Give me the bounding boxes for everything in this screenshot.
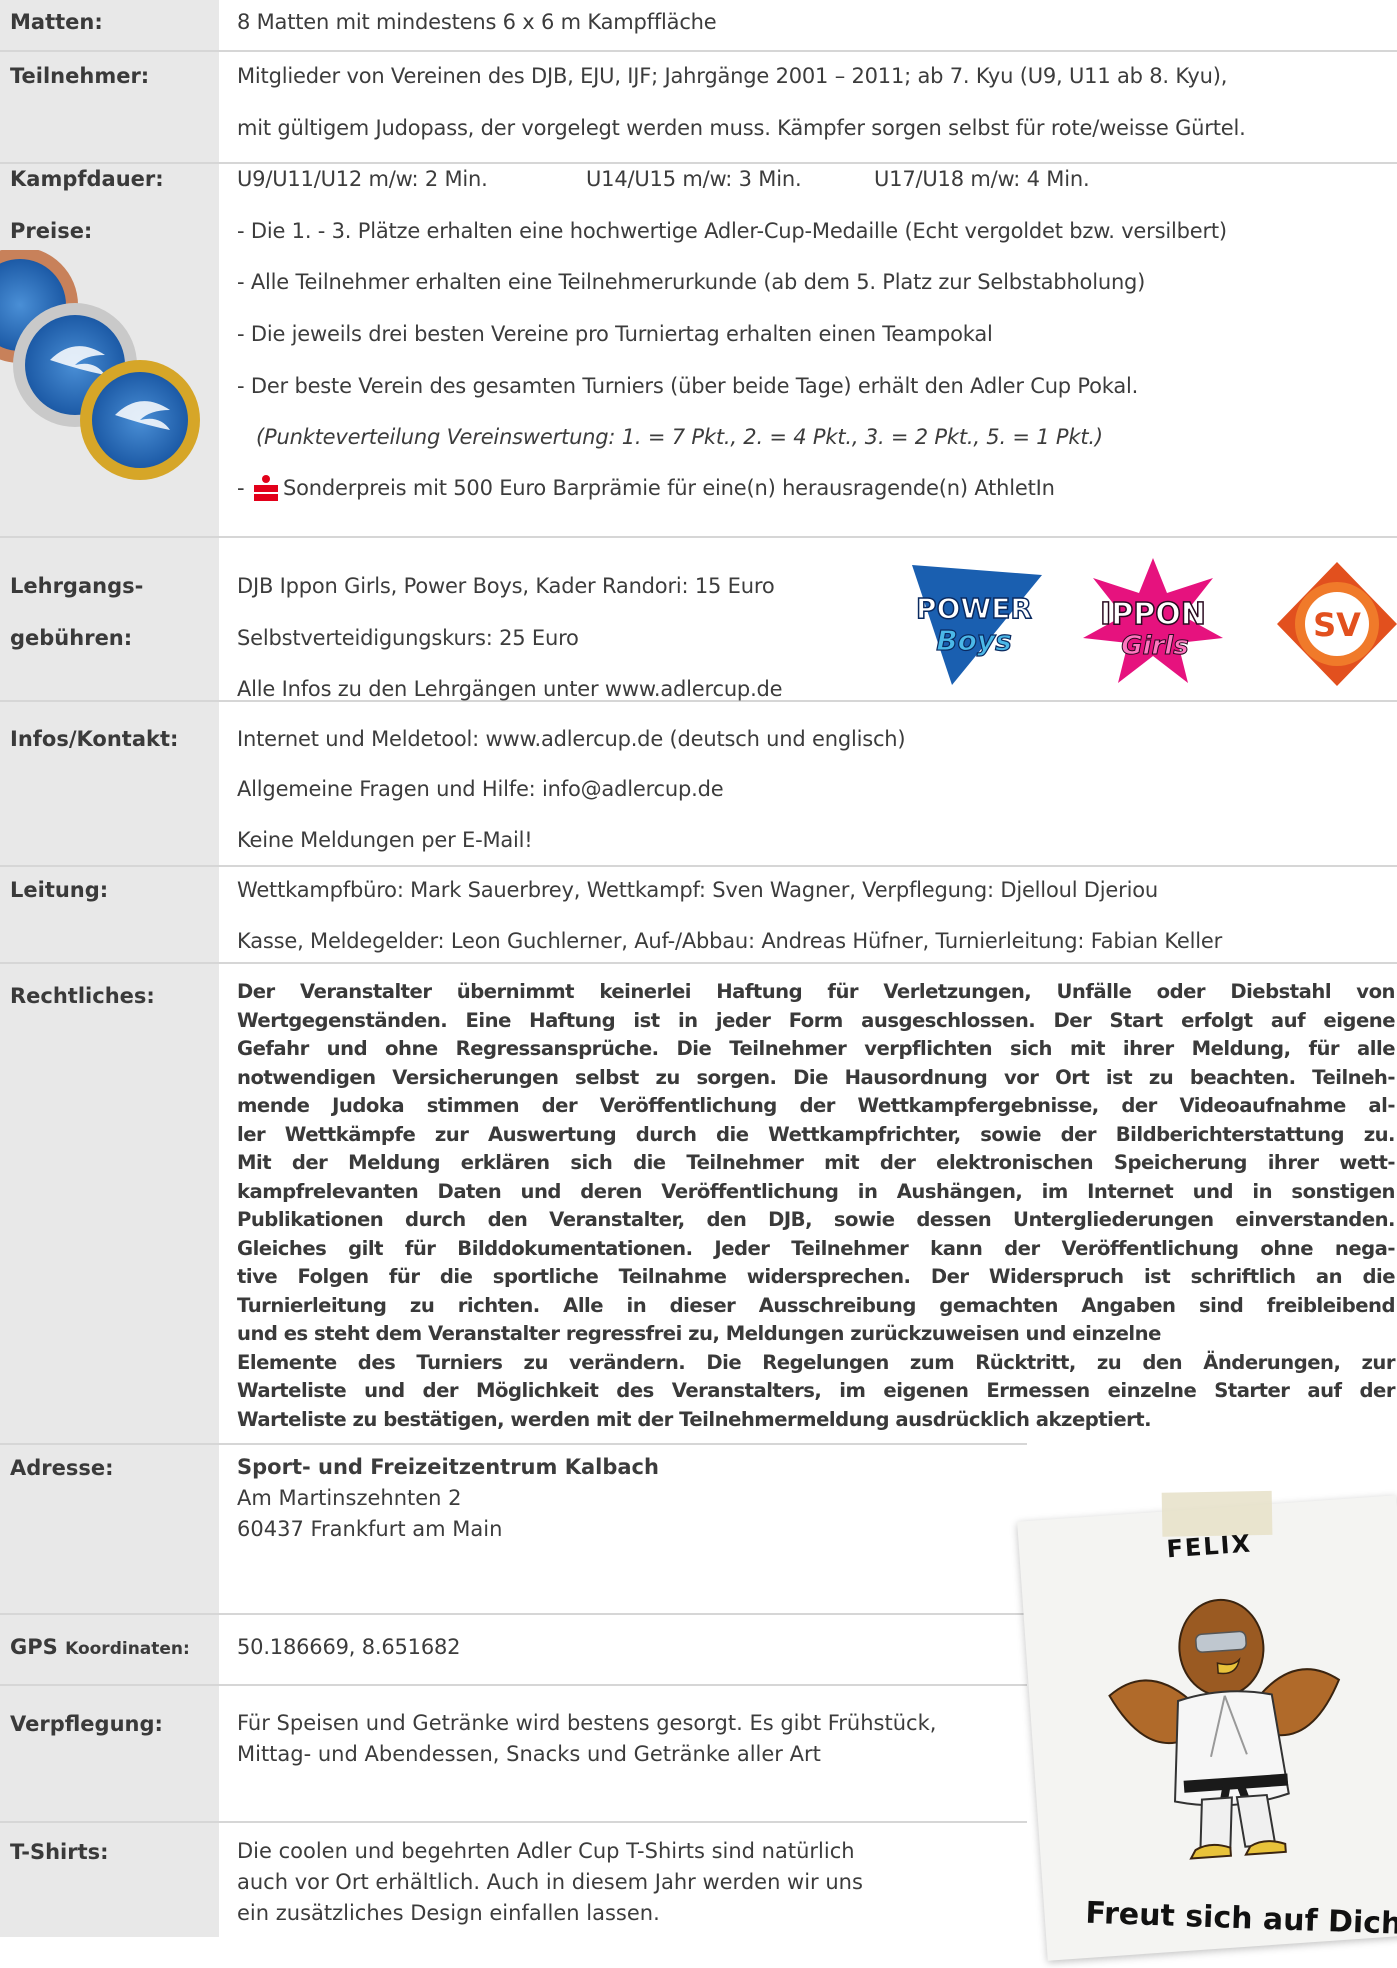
matten-label: Matten: — [10, 10, 103, 34]
boys-logo-text: Boys — [936, 624, 1012, 657]
kampfdauer-label: Kampfdauer: — [10, 167, 164, 191]
divider — [219, 50, 1397, 52]
lehrgang-line: DJB Ippon Girls, Power Boys, Kader Rando… — [237, 574, 775, 598]
venue-name: Sport- und Freizeitzentrum Kalbach — [237, 1455, 659, 1479]
medals-icon — [0, 247, 200, 480]
legal-line: Warteliste zu bestätigen, werden mit der… — [237, 1407, 1152, 1431]
ippon-girls-logo: IPPON Girls — [1083, 558, 1223, 688]
divider — [0, 962, 1397, 964]
infos-line: Keine Meldungen per E-Mail! — [237, 828, 533, 852]
address-block: Sport- und Freizeitzentrum Kalbach Am Ma… — [237, 1452, 659, 1545]
ippon-logo-text: IPPON — [1100, 597, 1206, 632]
teilnehmer-label: Teilnehmer: — [10, 64, 150, 88]
leitung-line: Wettkampfbüro: Mark Sauerbrey, Wettkampf… — [237, 878, 1158, 902]
adresse-label: Adresse: — [10, 1456, 114, 1480]
verpflegung-text: Für Speisen und Getränke wird bestens ge… — [237, 1708, 936, 1770]
special-prize: Sonderpreis mit 500 Euro Barprämie für e… — [283, 476, 1055, 500]
legal-line: Turnierleitung zu richten. Alle in diese… — [237, 1293, 1396, 1317]
gps-label: GPS Koordinaten: — [10, 1635, 190, 1659]
legal-line: Elemente des Turniers zu verändern. Die … — [237, 1350, 1396, 1374]
infos-label: Infos/Kontakt: — [10, 727, 179, 751]
verpflegung-label: Verpflegung: — [10, 1712, 163, 1736]
sv-logo-text: SV — [1313, 606, 1361, 644]
power-boys-logo: POWER Boys — [912, 560, 1042, 690]
legal-text: Der Veranstalter übernimmt keinerlei Haf… — [237, 978, 1396, 1434]
special-prefix: - — [237, 476, 245, 500]
power-logo-text: POWER — [916, 592, 1032, 625]
gps-label-main: GPS — [10, 1635, 58, 1659]
verpflegung-line: Mittag- und Abendessen, Snacks und Geträ… — [237, 1742, 821, 1766]
legal-line: Gleiches gilt für Bilddokumentationen. J… — [237, 1236, 1396, 1260]
lehrgang-line: Alle Infos zu den Lehrgängen unter www.a… — [237, 677, 783, 701]
legal-line: ler Wettkämpfe zur Auswertung durch die … — [237, 1122, 1396, 1146]
divider — [0, 1684, 1027, 1686]
leitung-label: Leitung: — [10, 878, 109, 902]
girls-logo-text: Girls — [1121, 631, 1188, 661]
legal-line: und es steht dem Veranstalter regressfre… — [237, 1322, 1161, 1345]
legal-line: notwendigen Versicherungen selbst zu sor… — [237, 1065, 1396, 1089]
preise-line: - Die 1. - 3. Plätze erhalten eine hochw… — [237, 219, 1227, 243]
gps-value: 50.186669, 8.651682 — [237, 1635, 461, 1659]
leitung-line: Kasse, Meldegelder: Leon Guchlerner, Auf… — [237, 929, 1223, 953]
tshirts-line: Die coolen und begehrten Adler Cup T-Shi… — [237, 1839, 855, 1863]
divider — [0, 1821, 1027, 1823]
felix-polaroid: FELIX Freut sich auf Dich! — [1017, 1490, 1397, 1961]
legal-line: Der Veranstalter übernimmt keinerlei Haf… — [237, 980, 1396, 1003]
legal-line: Publikationen durch den Veranstalter, de… — [237, 1208, 1396, 1231]
sparkasse-icon — [252, 474, 280, 502]
infos-line: Internet und Meldetool: www.adlercup.de … — [237, 727, 906, 751]
kampfdauer-item: U17/U18 m/w: 4 Min. — [874, 167, 1090, 191]
eagle-mascot-icon — [1092, 1569, 1362, 1886]
legal-line: tive Folgen für die sportliche Teilnahme… — [237, 1265, 1396, 1288]
sv-logo: SV — [1277, 562, 1397, 686]
divider — [0, 1443, 1027, 1445]
preise-label: Preise: — [10, 219, 93, 243]
divider — [0, 536, 1397, 538]
matten-text: 8 Matten mit mindestens 6 x 6 m Kampfflä… — [237, 10, 717, 34]
divider — [0, 865, 1397, 867]
tshirts-line: ein zusätzliches Design einfallen lassen… — [237, 1901, 660, 1925]
teilnehmer-line: Mitglieder von Vereinen des DJB, EJU, IJ… — [237, 64, 1228, 88]
preise-line: - Der beste Verein des gesamten Turniers… — [237, 374, 1139, 398]
punkteverteilung: (Punkteverteilung Vereinswertung: 1. = 7… — [256, 425, 1103, 449]
kampfdauer-item: U9/U11/U12 m/w: 2 Min. — [237, 167, 488, 191]
legal-line: Mit der Meldung erklären sich die Teilne… — [237, 1151, 1396, 1174]
lehrgang-line: Selbstverteidigungskurs: 25 Euro — [237, 626, 579, 650]
tshirts-label: T-Shirts: — [10, 1840, 109, 1864]
gps-label-small: Koordinaten: — [65, 1639, 190, 1659]
preise-line: - Alle Teilnehmer erhalten eine Teilnehm… — [237, 270, 1146, 294]
felix-caption: Freut sich auf Dich! — [1084, 1895, 1397, 1943]
kampfdauer-item: U14/U15 m/w: 3 Min. — [586, 167, 802, 191]
legal-line: mende Judoka stimmen der Veröffentlichun… — [237, 1094, 1396, 1117]
divider — [0, 162, 1397, 164]
teilnehmer-line: mit gültigem Judopass, der vorgelegt wer… — [237, 116, 1246, 140]
legal-line: kampfrelevanten Daten und deren Veröffen… — [237, 1179, 1396, 1203]
venue-street: Am Martinszehnten 2 — [237, 1486, 462, 1510]
legal-line: Gefahr und ohne Regressansprüche. Die Te… — [237, 1037, 1396, 1060]
preise-line: - Die jeweils drei besten Vereine pro Tu… — [237, 322, 993, 346]
verpflegung-line: Für Speisen und Getränke wird bestens ge… — [237, 1711, 937, 1735]
tshirts-line: auch vor Ort erhältlich. Auch in diesem … — [237, 1870, 863, 1894]
rechtliches-label: Rechtliches: — [10, 984, 155, 1008]
infos-line: Allgemeine Fragen und Hilfe: info@adlerc… — [237, 777, 724, 801]
legal-line: Warteliste und der Möglichkeit des Veran… — [237, 1379, 1396, 1402]
divider — [0, 50, 219, 52]
lehrgang-label: gebühren: — [10, 626, 133, 650]
legal-line: Wertgegenständen. Eine Haftung ist in je… — [237, 1008, 1396, 1032]
venue-city: 60437 Frankfurt am Main — [237, 1517, 503, 1541]
tshirts-text: Die coolen und begehrten Adler Cup T-Shi… — [237, 1836, 863, 1929]
divider — [0, 1613, 1027, 1615]
lehrgang-label: Lehrgangs- — [10, 574, 144, 598]
